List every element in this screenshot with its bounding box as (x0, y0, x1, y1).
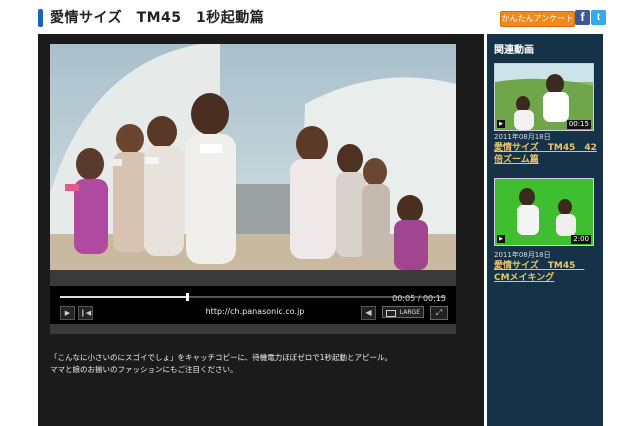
page-header: 愛情サイズ TM45 1秒起動篇 かんたんアンケート f t (0, 0, 640, 34)
thumbnail-play-icon: ▶ (497, 235, 505, 243)
channel-url[interactable]: http://ch.panasonic.co.jp (200, 306, 310, 318)
thumbnail-duration: 2:00 (571, 235, 591, 244)
seek-bar-played (60, 296, 188, 298)
thumbnail-duration: 00:15 (566, 120, 591, 129)
large-size-button[interactable]: LARGE (382, 306, 424, 318)
player-controls: 00:05 / 00:15 ▶ ❙◀ http://ch.panasonic.c… (50, 286, 456, 324)
page-title: 愛情サイズ TM45 1秒起動篇 (50, 10, 265, 26)
description-line: ママと娘のお揃いのファッションにもご注目ください。 (50, 365, 238, 374)
related-video-title-link[interactable]: 愛情サイズ TM45 42倍ズーム篇 (494, 142, 598, 166)
rewind-button[interactable]: ❙◀ (78, 306, 93, 320)
sidebar-title: 関連動画 (494, 45, 534, 56)
fullscreen-icon[interactable]: ⤢ (430, 306, 448, 320)
survey-button[interactable]: かんたんアンケート (500, 11, 575, 27)
description-line: 「こんなに小さいのにスゴイでしょ」をキャッチコピーに、待機電力ほぼゼロで1秒起動… (50, 353, 393, 362)
envelope-icon (386, 310, 396, 317)
video-frame[interactable] (50, 44, 456, 270)
large-button-label: LARGE (399, 309, 420, 316)
time-display: 00:05 / 00:15 (392, 294, 446, 303)
seek-bar[interactable] (60, 293, 446, 301)
thumbnail-play-icon: ▶ (497, 120, 505, 128)
title-accent-bar (38, 9, 43, 27)
facebook-share-icon[interactable]: f (575, 10, 590, 25)
video-still-image (50, 44, 456, 270)
related-video-date: 2011年08月18日 (494, 251, 551, 259)
video-description: 「こんなに小さいのにスゴイでしょ」をキャッチコピーに、待機電力ほぼゼロで1秒起動… (50, 352, 470, 376)
twitter-share-icon[interactable]: t (591, 10, 606, 25)
volume-icon[interactable]: ◀ (361, 306, 376, 320)
related-video-thumbnail[interactable]: ▶ 00:15 (494, 63, 594, 131)
related-video-title-link[interactable]: 愛情サイズ TM45 CMメイキング (494, 260, 598, 284)
seek-handle[interactable] (186, 293, 190, 301)
related-video-thumbnail[interactable]: ▶ 2:00 (494, 178, 594, 246)
related-video-date: 2011年08月18日 (494, 133, 551, 141)
play-button[interactable]: ▶ (60, 306, 75, 320)
